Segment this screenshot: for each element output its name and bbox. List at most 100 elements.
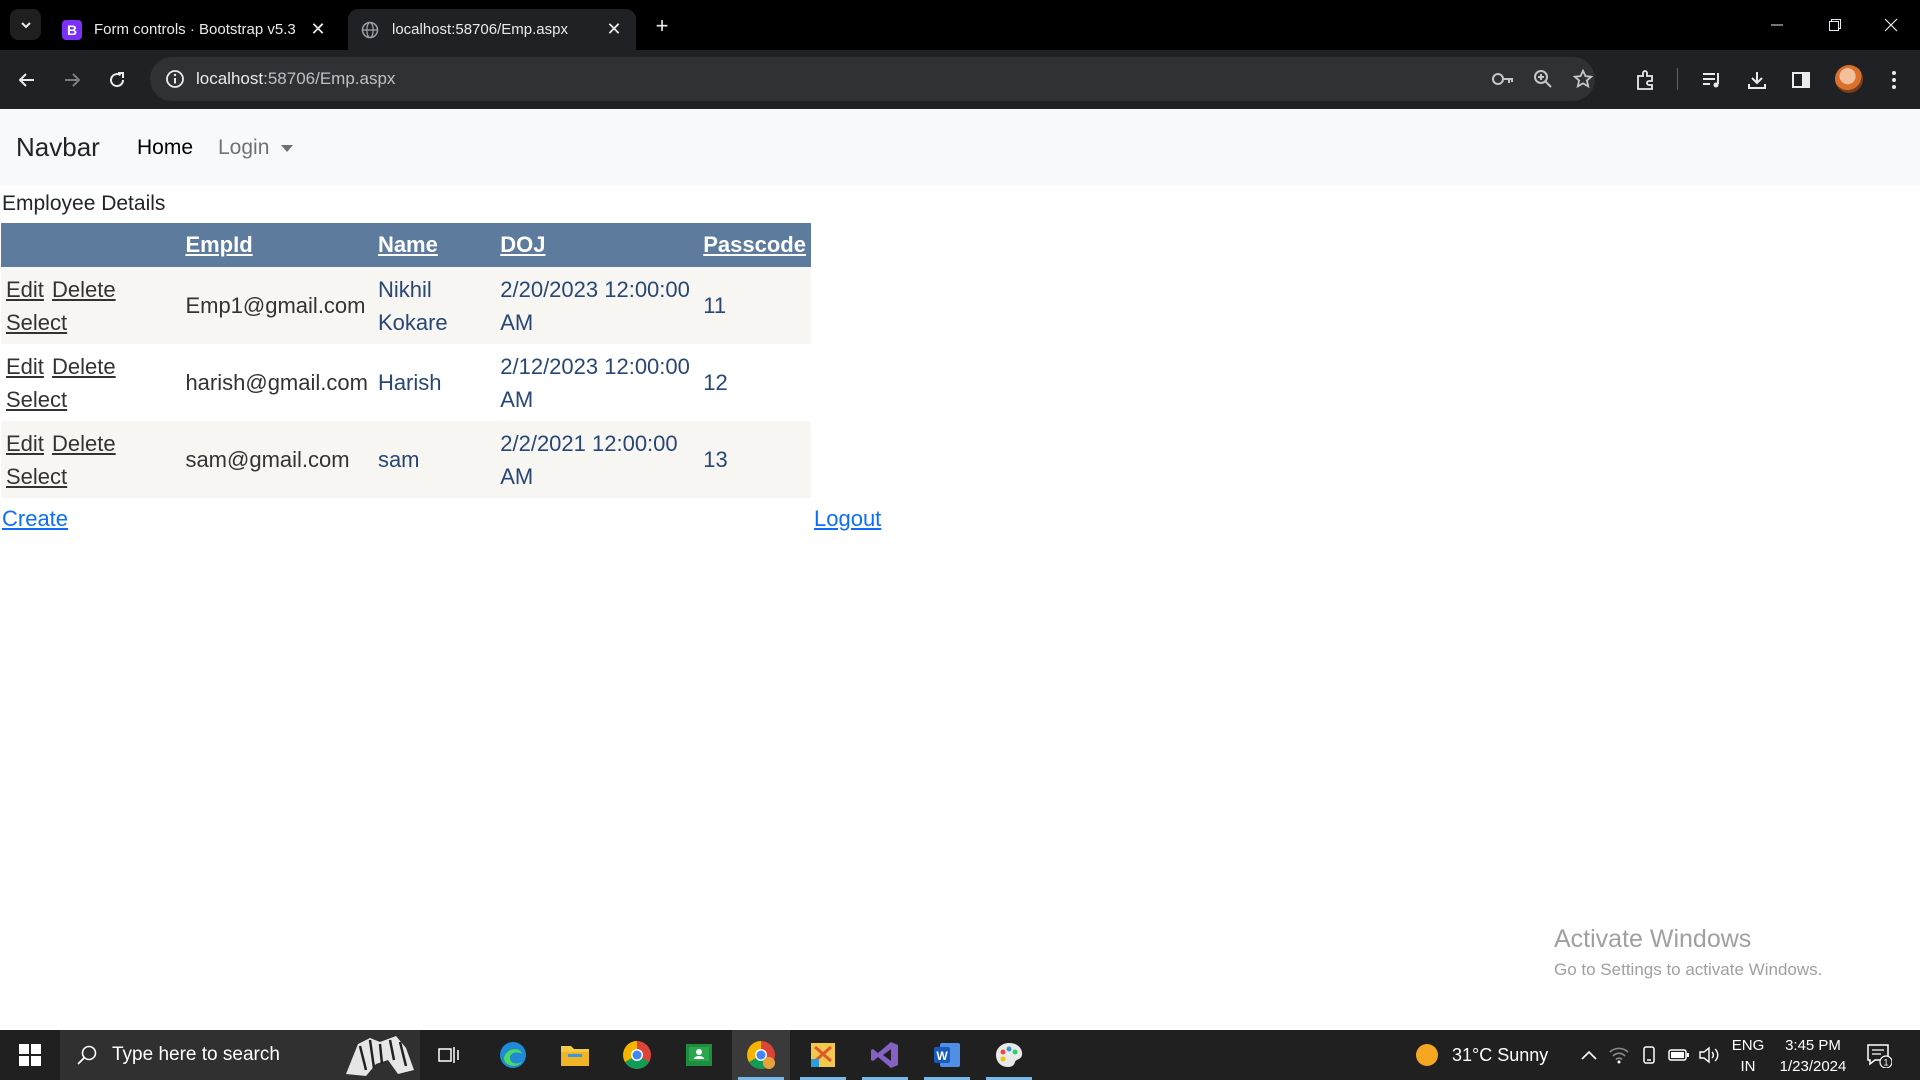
cell-empid: Emp1@gmail.com — [180, 267, 373, 344]
browser-tab-strip: B Form controls · Bootstrap v5.3 ✕ local… — [0, 0, 1920, 50]
toolbar-divider — [1677, 68, 1678, 90]
profile-avatar[interactable] — [1835, 65, 1863, 93]
weather-text: 31°C Sunny — [1452, 1044, 1549, 1065]
chevron-up-icon[interactable] — [1578, 1044, 1600, 1066]
menu-icon[interactable] — [1878, 64, 1910, 96]
delete-link[interactable]: Delete — [52, 431, 116, 456]
media-control-icon[interactable] — [1696, 64, 1728, 96]
tab-search-button[interactable] — [10, 9, 41, 40]
cell-passcode: 12 — [698, 344, 811, 421]
key-icon[interactable] — [1488, 64, 1518, 94]
watermark-title: Activate Windows — [1554, 925, 1752, 953]
activate-windows-watermark: Activate Windows Go to Settings to activ… — [1554, 925, 1822, 980]
close-window-icon[interactable] — [1862, 0, 1920, 50]
paint-icon[interactable] — [980, 1030, 1038, 1080]
edge-icon[interactable] — [484, 1030, 542, 1080]
clock-date: 1/23/2024 — [1779, 1058, 1847, 1075]
clock-time: 3:45 PM — [1785, 1037, 1841, 1054]
header-passcode: Passcode — [698, 223, 811, 267]
tab-emp[interactable]: localhost:58706/Emp.aspx ✕ — [348, 9, 636, 50]
delete-link[interactable]: Delete — [52, 354, 116, 379]
bootstrap-icon: B — [62, 19, 82, 40]
caret-down-icon — [281, 144, 294, 152]
cell-name: Harish — [372, 344, 496, 421]
side-panel-icon[interactable] — [1785, 64, 1817, 96]
windows-start-icon[interactable] — [0, 1030, 60, 1080]
url-text[interactable]: localhost:58706/Emp.aspx — [196, 69, 395, 89]
table-row: Edit Delete Select Emp1@gmail.com Nikhil… — [1, 267, 811, 344]
navbar-brand[interactable]: Navbar — [16, 132, 100, 163]
address-bar[interactable]: localhost:58706/Emp.aspx — [150, 57, 1595, 101]
cell-doj: 2/12/2023 12:00:00 AM — [495, 344, 699, 421]
zebra-search-highlight-icon — [346, 1036, 414, 1076]
nav-home-link[interactable]: Home — [137, 136, 193, 160]
classroom-icon[interactable] — [670, 1030, 728, 1080]
device-icon[interactable] — [1638, 1044, 1660, 1066]
taskbar-clock[interactable]: 3:45 PM 1/23/2024 — [1768, 1035, 1858, 1077]
extensions-icon[interactable] — [1630, 64, 1662, 96]
site-navbar: Navbar Home Login — [0, 109, 1920, 185]
create-link[interactable]: Create — [2, 506, 68, 532]
nav-login-dropdown[interactable]: Login — [218, 136, 294, 160]
chrome-canary-icon[interactable] — [732, 1030, 790, 1080]
tab-title: localhost:58706/Emp.aspx — [392, 21, 568, 38]
chevron-down-icon — [20, 21, 31, 28]
bookmark-star-icon[interactable] — [1568, 64, 1598, 94]
zoom-icon[interactable] — [1528, 64, 1558, 94]
sort-passcode-link[interactable]: Passcode — [703, 232, 806, 257]
cell-passcode: 11 — [698, 267, 811, 344]
wifi-icon[interactable] — [1608, 1044, 1630, 1066]
language-code: ENG — [1731, 1037, 1765, 1054]
header-empid: EmpId — [180, 223, 373, 267]
select-link[interactable]: Select — [6, 310, 67, 335]
logout-link[interactable]: Logout — [814, 506, 881, 532]
sort-doj-link[interactable]: DOJ — [500, 232, 545, 257]
globe-icon — [360, 20, 380, 40]
cell-doj: 2/2/2021 12:00:00 AM — [495, 421, 699, 498]
snipping-tool-icon[interactable] — [794, 1030, 852, 1080]
volume-icon[interactable] — [1698, 1044, 1720, 1066]
watermark-subtitle: Go to Settings to activate Windows. — [1554, 960, 1823, 979]
taskbar-search-box[interactable]: Type here to search — [60, 1030, 420, 1080]
row-commands: Edit Delete Select — [1, 267, 181, 344]
sort-empid-link[interactable]: EmpId — [185, 232, 252, 257]
forward-icon[interactable] — [56, 64, 88, 96]
site-info-icon[interactable] — [160, 64, 190, 94]
cell-empid: harish@gmail.com — [180, 344, 373, 421]
close-icon[interactable]: ✕ — [304, 16, 332, 44]
weather-widget[interactable]: 31°C Sunny — [1416, 1030, 1548, 1080]
notification-count: 1 — [1883, 1058, 1888, 1068]
delete-link[interactable]: Delete — [52, 277, 116, 302]
select-link[interactable]: Select — [6, 387, 67, 412]
edit-link[interactable]: Edit — [6, 277, 44, 302]
browser-toolbar: localhost:58706/Emp.aspx — [0, 50, 1920, 109]
cell-passcode: 13 — [698, 421, 811, 498]
input-language[interactable]: ENG IN — [1730, 1035, 1766, 1077]
cell-name: sam — [372, 421, 496, 498]
new-tab-button[interactable]: + — [648, 12, 676, 40]
table-row: Edit Delete Select sam@gmail.com sam 2/2… — [1, 421, 811, 498]
minimize-icon[interactable] — [1748, 0, 1806, 50]
sun-icon — [1416, 1044, 1438, 1066]
tab-bootstrap[interactable]: B Form controls · Bootstrap v5.3 ✕ — [50, 9, 340, 50]
close-icon[interactable]: ✕ — [600, 16, 628, 44]
notification-center-icon[interactable]: 1 — [1866, 1042, 1893, 1069]
cell-doj: 2/20/2023 12:00:00 AM — [495, 267, 699, 344]
word-icon[interactable]: W — [918, 1030, 976, 1080]
reload-icon[interactable] — [101, 64, 133, 96]
visual-studio-icon[interactable] — [856, 1030, 914, 1080]
select-link[interactable]: Select — [6, 464, 67, 489]
sort-name-link[interactable]: Name — [378, 232, 438, 257]
nav-login-label: Login — [218, 136, 270, 159]
task-view-icon[interactable] — [420, 1030, 478, 1080]
edit-link[interactable]: Edit — [6, 431, 44, 456]
employee-grid: EmpId Name DOJ Passcode Edit Delete Sele… — [1, 223, 811, 498]
chrome-icon[interactable] — [608, 1030, 666, 1080]
download-icon[interactable] — [1741, 64, 1773, 96]
restore-icon[interactable] — [1806, 0, 1864, 50]
file-explorer-icon[interactable] — [546, 1030, 604, 1080]
back-icon[interactable] — [11, 64, 43, 96]
battery-icon[interactable] — [1668, 1044, 1690, 1066]
search-placeholder: Type here to search — [112, 1044, 280, 1065]
edit-link[interactable]: Edit — [6, 354, 44, 379]
